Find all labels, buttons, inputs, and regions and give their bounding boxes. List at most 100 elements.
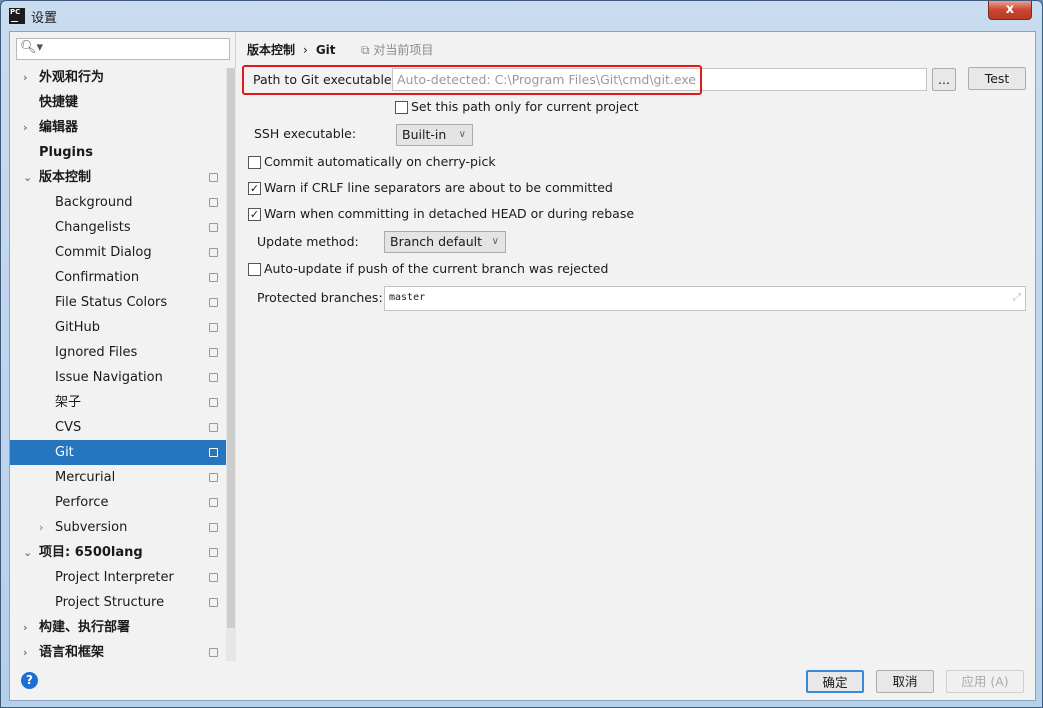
sidebar-item[interactable]: Mercurial xyxy=(10,465,226,490)
dialog-body: 🔍︎▾ › 外观和行为 快捷键 › 编辑器 Plugins ⌄ 版本控制 Background C… xyxy=(9,31,1036,701)
git-settings-panel: 版本控制 › Git ⧉ 对当前项目 Path to Git executable:… xyxy=(237,32,1037,661)
sidebar-item[interactable]: Commit Dialog xyxy=(10,240,226,265)
expand-icon[interactable]: ⤢ xyxy=(1013,287,1021,308)
close-button[interactable]: x xyxy=(988,1,1032,20)
sidebar-item-label: File Status Colors xyxy=(55,295,168,310)
sidebar-item-label: 快捷键 xyxy=(39,95,79,110)
ssh-label: SSH executable: xyxy=(254,126,357,141)
sidebar-item-label: 构建、执行部署 xyxy=(39,620,131,635)
auto-update-label: Auto-update if push of the current branc… xyxy=(264,261,609,276)
cancel-button[interactable]: 取消 xyxy=(876,670,934,693)
sidebar-item[interactable]: Project Structure xyxy=(10,590,226,615)
search-icon: 🔍︎▾ xyxy=(20,40,44,55)
sidebar-item[interactable]: › 构建、执行部署 xyxy=(10,615,226,640)
sidebar-item[interactable]: 快捷键 xyxy=(10,90,226,115)
sidebar-item[interactable]: Confirmation xyxy=(10,265,226,290)
project-scope-icon xyxy=(209,173,218,182)
expand-arrow-icon[interactable]: ⌄ xyxy=(23,540,32,565)
sidebar-item-label: Background xyxy=(55,195,133,210)
sidebar-item-label: Git xyxy=(55,445,74,460)
sidebar-item-label: 版本控制 xyxy=(39,170,92,185)
sidebar-item[interactable]: Git xyxy=(10,440,236,465)
ok-button[interactable]: 确定 xyxy=(806,670,864,693)
ssh-select[interactable]: Built-in ∨ xyxy=(396,124,473,146)
sidebar-item[interactable]: CVS xyxy=(10,415,226,440)
help-icon[interactable]: ? xyxy=(21,672,38,689)
project-scope-icon xyxy=(209,348,218,357)
expand-arrow-icon[interactable]: › xyxy=(23,615,28,640)
project-scope-icon xyxy=(209,473,218,482)
sidebar-item[interactable]: 架子 xyxy=(10,390,226,415)
update-method-value: Branch default xyxy=(390,234,483,249)
sidebar-item[interactable]: Project Interpreter xyxy=(10,565,226,590)
pycharm-logo-icon: PC xyxy=(9,8,25,24)
update-method-select[interactable]: Branch default ∨ xyxy=(384,231,506,253)
project-scope-icon xyxy=(209,373,218,382)
chevron-down-icon: ∨ xyxy=(491,236,499,247)
sidebar-item-label: GitHub xyxy=(55,320,101,335)
breadcrumb-parent[interactable]: 版本控制 xyxy=(247,43,295,57)
detached-head-checkbox[interactable]: ✓ xyxy=(248,208,261,221)
scrollbar-thumb[interactable] xyxy=(227,68,235,628)
expand-arrow-icon[interactable]: › xyxy=(39,515,43,540)
update-method-label: Update method: xyxy=(257,234,359,249)
project-scope-icon xyxy=(209,498,218,507)
expand-arrow-icon[interactable]: › xyxy=(23,115,28,140)
sidebar-item-label: Perforce xyxy=(55,495,109,510)
sidebar-item-label: Subversion xyxy=(55,520,128,535)
sidebar-item-label: Project Structure xyxy=(55,595,165,610)
browse-button[interactable]: ... xyxy=(932,68,956,91)
sidebar-item[interactable]: Perforce xyxy=(10,490,226,515)
sidebar-item[interactable]: › Subversion xyxy=(10,515,226,540)
project-scope-icon xyxy=(209,423,218,432)
sidebar-item[interactable]: GitHub xyxy=(10,315,226,340)
sidebar-item[interactable]: › 外观和行为 xyxy=(10,65,226,90)
chevron-down-icon: ∨ xyxy=(458,129,466,140)
project-scope-icon xyxy=(209,598,218,607)
sidebar-item-label: 编辑器 xyxy=(39,120,79,135)
sidebar-item-label: Ignored Files xyxy=(55,345,138,360)
test-button[interactable]: Test xyxy=(968,67,1026,90)
project-only-checkbox[interactable] xyxy=(395,101,408,114)
project-scope-icon xyxy=(209,298,218,307)
crlf-checkbox[interactable]: ✓ xyxy=(248,182,261,195)
crlf-label: Warn if CRLF line separators are about t… xyxy=(264,180,613,195)
sidebar-item[interactable]: Plugins xyxy=(10,140,226,165)
sidebar-item-label: Confirmation xyxy=(55,270,140,285)
expand-arrow-icon[interactable]: ⌄ xyxy=(23,165,32,190)
search-input[interactable]: 🔍︎▾ xyxy=(16,38,230,60)
sidebar-item[interactable]: › 编辑器 xyxy=(10,115,226,140)
highlight-box xyxy=(242,65,702,95)
ssh-value: Built-in xyxy=(402,127,447,142)
cherry-pick-checkbox[interactable] xyxy=(248,156,261,169)
sidebar-item-label: Issue Navigation xyxy=(55,370,163,385)
copy-icon: ⧉ xyxy=(361,43,374,57)
sidebar-item[interactable]: Changelists xyxy=(10,215,226,240)
sidebar-item[interactable]: File Status Colors xyxy=(10,290,226,315)
project-scope-icon xyxy=(209,448,218,457)
protected-branches-input[interactable]: master ⤢ xyxy=(384,286,1026,311)
expand-arrow-icon[interactable]: › xyxy=(23,65,28,90)
sidebar-item[interactable]: Ignored Files xyxy=(10,340,226,365)
apply-button[interactable]: 应用 (A) xyxy=(946,670,1024,693)
sidebar-item[interactable]: Issue Navigation xyxy=(10,365,226,390)
sidebar-item[interactable]: Background xyxy=(10,190,226,215)
project-scope-icon xyxy=(209,223,218,232)
sidebar-item-label: 架子 xyxy=(55,395,82,410)
sidebar-item-label: Changelists xyxy=(55,220,131,235)
sidebar-item-label: 项目: 6500lang xyxy=(39,545,143,560)
sidebar-item[interactable]: ⌄ 版本控制 xyxy=(10,165,226,190)
project-scope-icon xyxy=(209,198,218,207)
auto-update-checkbox[interactable] xyxy=(248,263,261,276)
project-only-label: Set this path only for current project xyxy=(411,99,639,114)
project-scope-icon xyxy=(209,523,218,532)
protected-branches-label: Protected branches: xyxy=(257,290,383,305)
detached-head-label: Warn when committing in detached HEAD or… xyxy=(264,206,635,221)
project-scope-icon xyxy=(209,573,218,582)
project-scope-icon xyxy=(209,273,218,282)
breadcrumb: 版本控制 › Git xyxy=(247,41,336,58)
sidebar-scrollbar[interactable] xyxy=(226,68,236,661)
sidebar-item[interactable]: ⌄ 项目: 6500lang xyxy=(10,540,226,565)
sidebar-item-label: 外观和行为 xyxy=(39,70,105,85)
settings-window: PC 设置 x 🔍︎▾ › 外观和行为 快捷键 › 编辑器 Plugins ⌄ 版本控制 Bac… xyxy=(0,0,1043,708)
